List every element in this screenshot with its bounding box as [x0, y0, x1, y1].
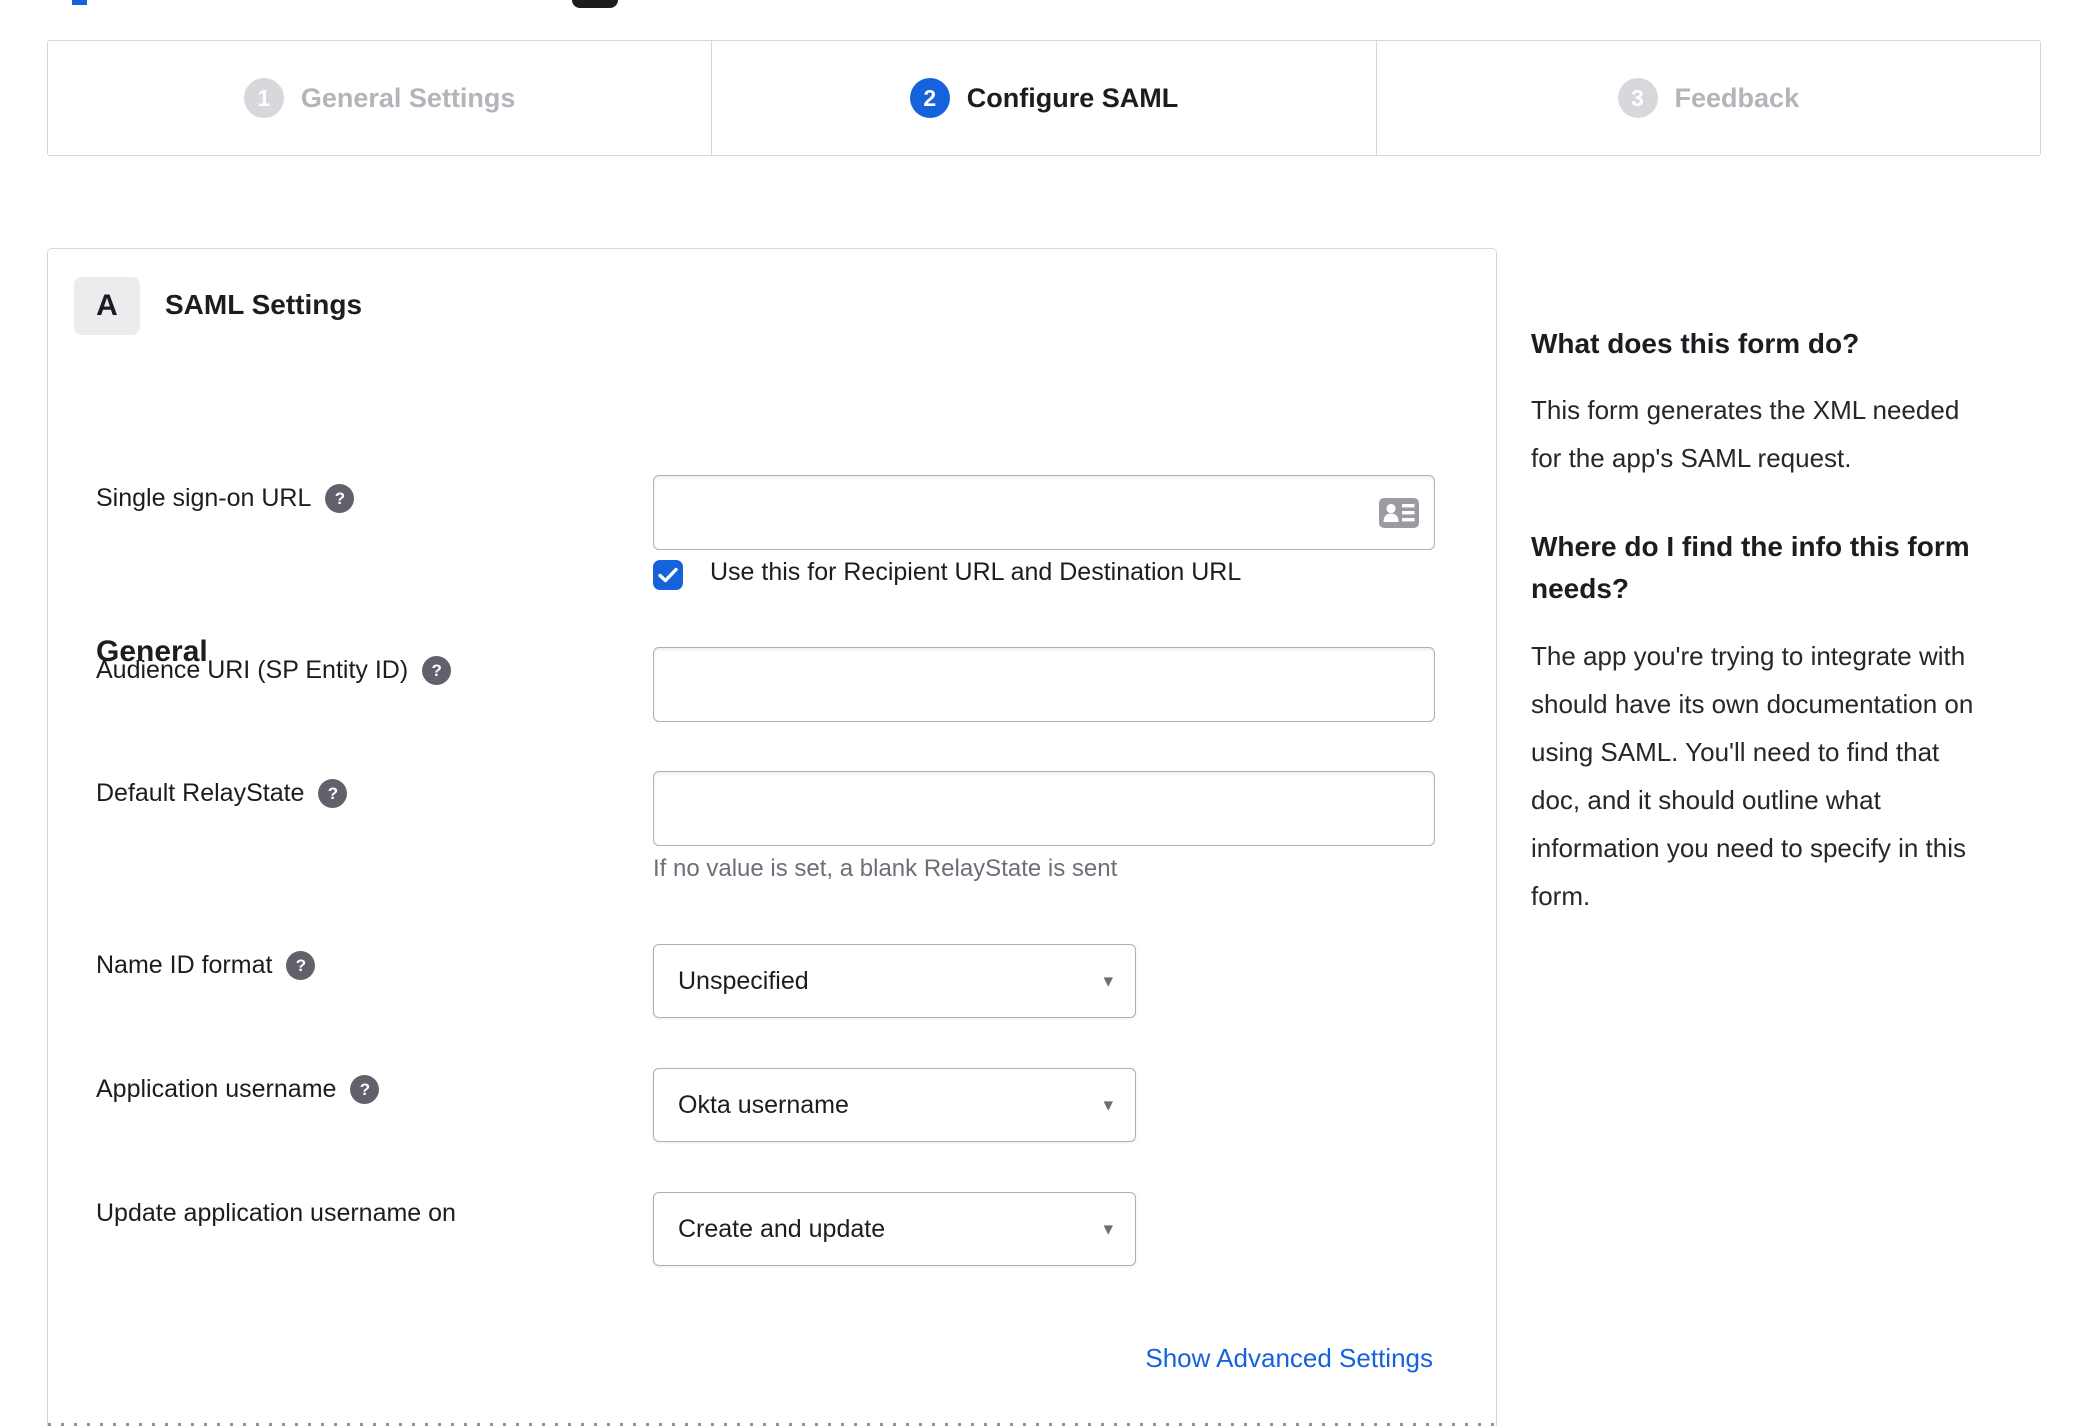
step-2-label: Configure SAML	[966, 82, 1179, 113]
cutoff-blue-fragment	[72, 0, 87, 5]
step-1-number-badge: 1	[243, 78, 284, 118]
sidebar-paragraph-line: form.	[1531, 881, 1591, 911]
sidebar-question-1-title: What does this form do?	[1531, 328, 1860, 359]
update-username-label: Update application username on	[96, 1199, 456, 1227]
app-username-label-row: Application username ?	[96, 1075, 380, 1104]
sso-url-label-row: Single sign-on URL ?	[96, 484, 355, 513]
help-sidebar: What does this form do? This form genera…	[1531, 326, 2041, 964]
section-a-badge: A	[74, 277, 140, 335]
sidebar-question-1-body: This form generates the XML needed for t…	[1531, 386, 2041, 482]
app-username-value: Okta username	[678, 1090, 849, 1119]
saml-settings-panel: A SAML Settings General Single sign-on U…	[47, 248, 1497, 1426]
relay-state-label-row: Default RelayState ?	[96, 779, 348, 808]
relay-state-input[interactable]	[653, 771, 1435, 846]
app-username-label: Application username	[96, 1075, 337, 1103]
name-id-format-label: Name ID format	[96, 951, 273, 979]
chevron-down-icon: ▾	[1103, 970, 1113, 992]
sidebar-paragraph-line: should have its own documentation on	[1531, 689, 1974, 719]
step-configure-saml[interactable]: 2 Configure SAML	[712, 41, 1377, 155]
relay-state-help-icon[interactable]: ?	[318, 779, 348, 808]
relay-state-hint: If no value is set, a blank RelayState i…	[653, 855, 1118, 882]
name-id-format-dropdown[interactable]: Unspecified ▾	[653, 944, 1136, 1018]
app-username-dropdown[interactable]: Okta username ▾	[653, 1068, 1136, 1142]
name-id-format-value: Unspecified	[678, 966, 809, 995]
sidebar-title-line: Where do I find the info this form	[1531, 531, 1970, 562]
contact-card-icon[interactable]	[1379, 497, 1419, 528]
app-username-help-icon[interactable]: ?	[350, 1075, 380, 1104]
audience-uri-help-icon[interactable]: ?	[422, 656, 452, 685]
cutoff-app-logo-fragment	[572, 0, 618, 8]
recipient-url-checkbox[interactable]	[653, 560, 683, 590]
step-2-number-badge: 2	[909, 78, 950, 118]
sidebar-paragraph-line: using SAML. You'll need to find that	[1531, 737, 1940, 767]
wizard-step-bar: 1 General Settings 2 Configure SAML 3 Fe…	[47, 40, 2041, 156]
audience-uri-label-row: Audience URI (SP Entity ID) ?	[96, 656, 452, 685]
update-username-dropdown[interactable]: Create and update ▾	[653, 1192, 1136, 1266]
audience-uri-input[interactable]	[653, 647, 1435, 722]
chevron-down-icon: ▾	[1103, 1094, 1113, 1116]
sidebar-question-2-body: The app you're trying to integrate with …	[1531, 632, 2041, 920]
show-advanced-settings-link[interactable]: Show Advanced Settings	[1145, 1343, 1433, 1374]
recipient-url-checkbox-label: Use this for Recipient URL and Destinati…	[710, 558, 1242, 586]
sidebar-paragraph-line: The app you're trying to integrate with	[1531, 641, 1966, 671]
sso-url-input[interactable]	[653, 475, 1435, 550]
step-3-label: Feedback	[1674, 82, 1800, 113]
sidebar-title-line: needs?	[1531, 573, 1630, 604]
sidebar-paragraph-line: information you need to specify in this	[1531, 833, 1967, 863]
sso-url-label: Single sign-on URL	[96, 484, 312, 512]
update-username-label-row: Update application username on	[96, 1199, 456, 1228]
update-username-value: Create and update	[678, 1214, 886, 1243]
step-general-settings[interactable]: 1 General Settings	[48, 41, 713, 155]
step-1-label: General Settings	[300, 82, 516, 113]
step-feedback[interactable]: 3 Feedback	[1377, 41, 2040, 155]
section-title: SAML Settings	[165, 289, 363, 320]
step-3-number-badge: 3	[1617, 78, 1658, 118]
sidebar-question-2-title: Where do I find the info this form needs…	[1531, 526, 2041, 610]
sidebar-paragraph-line: for the app's SAML request.	[1531, 443, 1852, 473]
sidebar-paragraph-line: This form generates the XML needed	[1531, 395, 1960, 425]
relay-state-label: Default RelayState	[96, 779, 305, 807]
chevron-down-icon: ▾	[1103, 1218, 1113, 1240]
name-id-format-help-icon[interactable]: ?	[286, 951, 316, 980]
name-id-format-label-row: Name ID format ?	[96, 951, 316, 980]
sidebar-paragraph-line: doc, and it should outline what	[1531, 785, 1881, 815]
audience-uri-label: Audience URI (SP Entity ID)	[96, 656, 409, 684]
checkmark-icon	[658, 567, 678, 583]
sso-url-help-icon[interactable]: ?	[325, 484, 355, 513]
sso-url-input-wrap	[653, 475, 1435, 550]
